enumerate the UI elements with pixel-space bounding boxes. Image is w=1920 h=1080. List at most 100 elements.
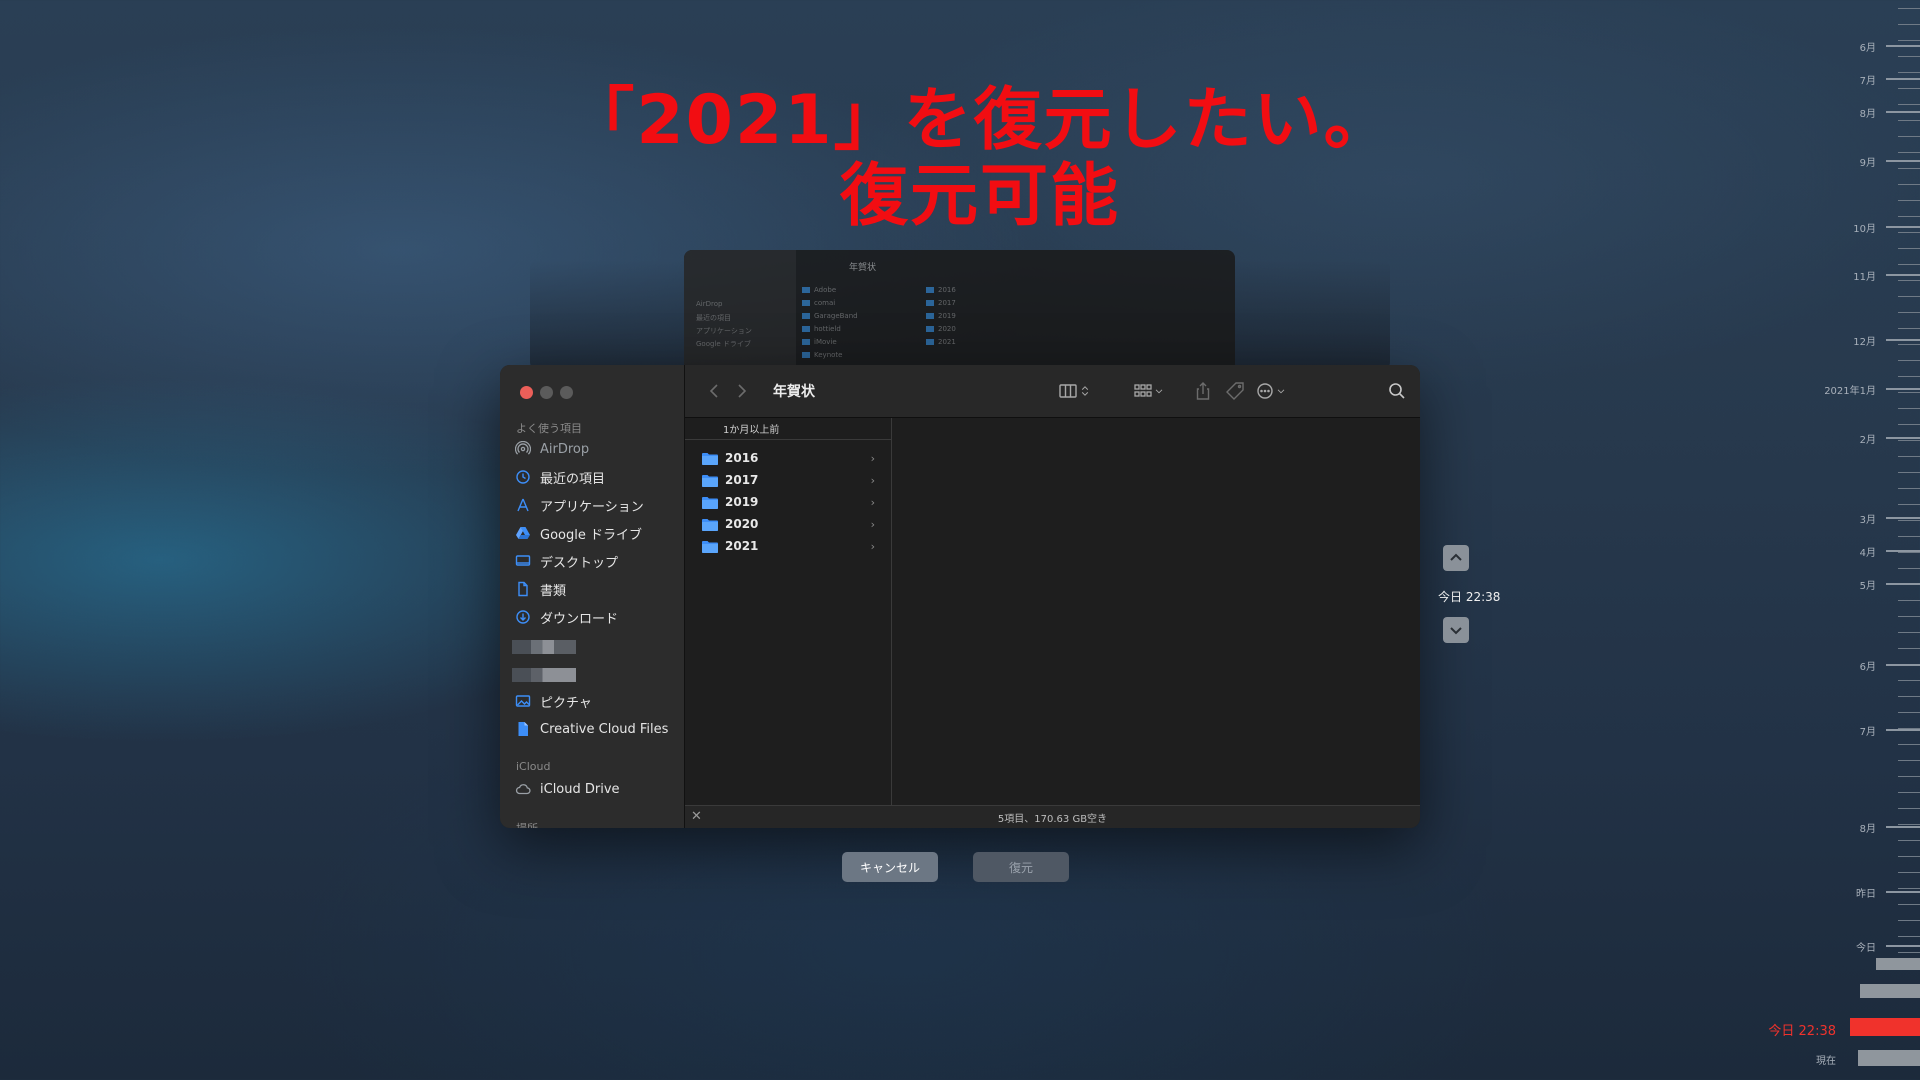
- timeline-minor-tick: [1898, 312, 1920, 313]
- time-machine-timeline[interactable]: 6月 7月 8月 9月 10月 11月 12月 2021年1月 2月 3月 4月 5月 6月 7月 8月 昨日…: [1760, 0, 1920, 1080]
- timeline-tick[interactable]: [1886, 550, 1920, 552]
- newer-snapshot-button[interactable]: [1443, 617, 1469, 643]
- back-button[interactable]: [705, 365, 725, 417]
- timeline-minor-tick: [1898, 296, 1920, 297]
- tag-icon: [1226, 382, 1244, 400]
- grid-icon: [1134, 384, 1152, 397]
- zoom-window-button[interactable]: [560, 386, 573, 399]
- timeline-minor-tick: [1898, 568, 1920, 569]
- folder-row-2017[interactable]: 2017 ›: [685, 469, 891, 491]
- timeline-tick[interactable]: [1886, 517, 1920, 519]
- folder-name: 2020: [725, 517, 759, 531]
- timeline-tick[interactable]: [1886, 891, 1920, 893]
- folder-row-2021[interactable]: 2021 ›: [685, 535, 891, 557]
- timeline-tick[interactable]: [1886, 45, 1920, 47]
- search-button[interactable]: [1387, 365, 1407, 417]
- previous-snapshot-sidebar: AirDrop 最近の項目 アプリケーション Google ドライブ: [684, 250, 796, 365]
- timeline-backup-bar[interactable]: [1876, 958, 1920, 970]
- timeline-tick[interactable]: [1886, 111, 1920, 113]
- tag-button[interactable]: [1225, 365, 1245, 417]
- timeline-label: 7月: [1859, 727, 1876, 738]
- folder-icon: [926, 300, 934, 306]
- timeline-minor-tick: [1898, 616, 1920, 617]
- group-button[interactable]: [1133, 365, 1165, 417]
- timeline-tick[interactable]: [1886, 339, 1920, 341]
- chevron-down-icon: [1450, 627, 1462, 635]
- timeline-minor-tick: [1898, 792, 1920, 793]
- google-drive-icon: [514, 524, 532, 542]
- forward-button[interactable]: [731, 365, 751, 417]
- previous-snapshot-window[interactable]: AirDrop 最近の項目 アプリケーション Google ドライブ 年賀状 A…: [684, 250, 1235, 365]
- timeline-minor-tick: [1898, 696, 1920, 697]
- timeline-backup-bar[interactable]: [1860, 984, 1920, 998]
- cancel-button[interactable]: キャンセル: [842, 852, 938, 882]
- sidebar-item-desktop[interactable]: デスクトップ: [514, 550, 684, 572]
- minimize-window-button[interactable]: [540, 386, 553, 399]
- bg-item: iMovie: [814, 338, 837, 346]
- sidebar-item-airdrop[interactable]: AirDrop: [514, 438, 684, 460]
- folder-row-2019[interactable]: 2019 ›: [685, 491, 891, 513]
- timeline-label: 6月: [1859, 43, 1876, 54]
- timeline-minor-tick: [1898, 776, 1920, 777]
- chevron-right-icon: ›: [870, 539, 875, 553]
- sidebar-item-icloud-drive[interactable]: iCloud Drive: [514, 778, 684, 800]
- bg-item: 2020: [938, 325, 956, 333]
- timeline-present-bar[interactable]: [1858, 1050, 1920, 1066]
- favorites-header: よく使う項目: [516, 422, 582, 435]
- timeline-tick[interactable]: [1886, 78, 1920, 80]
- timeline-minor-tick: [1898, 40, 1920, 41]
- timeline-minor-tick: [1898, 632, 1920, 633]
- timeline-minor-tick: [1898, 344, 1920, 345]
- timeline-label: 9月: [1859, 158, 1876, 169]
- sidebar-item-applications[interactable]: アプリケーション: [514, 494, 684, 516]
- timeline-tick[interactable]: [1886, 664, 1920, 666]
- timeline-minor-tick: [1898, 760, 1920, 761]
- timeline-minor-tick: [1898, 808, 1920, 809]
- timeline-tick[interactable]: [1886, 729, 1920, 731]
- timeline-minor-tick: [1898, 744, 1920, 745]
- finder-window[interactable]: よく使う項目 AirDrop 最近の項目 アプリケーション Google ドライ…: [500, 365, 1420, 828]
- timeline-label: 8月: [1859, 824, 1876, 835]
- timeline-minor-tick: [1898, 120, 1920, 121]
- timeline-minor-tick: [1898, 200, 1920, 201]
- close-icon[interactable]: ✕: [691, 809, 702, 824]
- sidebar-item-pictures[interactable]: ピクチャ: [514, 690, 684, 712]
- bg-item: 2017: [938, 299, 956, 307]
- sidebar-item-label: iCloud Drive: [540, 781, 620, 797]
- view-mode-button[interactable]: [1058, 365, 1092, 417]
- sidebar-item-label: 最近の項目: [540, 471, 606, 487]
- timeline-minor-tick: [1898, 216, 1920, 217]
- folder-name: 2021: [725, 539, 759, 553]
- timeline-tick[interactable]: [1886, 160, 1920, 162]
- chevron-right-icon: ›: [870, 473, 875, 487]
- chevron-updown-icon: [1081, 386, 1089, 396]
- folder-row-2020[interactable]: 2020 ›: [685, 513, 891, 535]
- blurred-sidebar-item: [512, 668, 576, 682]
- timeline-current-bar[interactable]: [1850, 1018, 1920, 1036]
- sidebar-item-google-drive[interactable]: Google ドライブ: [514, 522, 684, 544]
- sidebar-item-documents[interactable]: 書類: [514, 578, 684, 600]
- timeline-tick[interactable]: [1886, 583, 1920, 585]
- timeline-tick[interactable]: [1886, 945, 1920, 947]
- current-snapshot-time: 今日 22:38: [1438, 590, 1501, 604]
- cloud-icon: [514, 780, 532, 798]
- timeline-tick[interactable]: [1886, 388, 1920, 390]
- action-menu-button[interactable]: [1255, 365, 1287, 417]
- close-window-button[interactable]: [520, 386, 533, 399]
- timeline-tick[interactable]: [1886, 437, 1920, 439]
- timeline-tick[interactable]: [1886, 826, 1920, 828]
- folder-row-2016[interactable]: 2016 ›: [685, 447, 891, 469]
- older-snapshot-button[interactable]: [1443, 545, 1469, 571]
- timeline-minor-tick: [1898, 952, 1920, 953]
- folder-icon: [802, 287, 810, 293]
- timeline-label: 昨日: [1856, 889, 1876, 900]
- share-button[interactable]: [1193, 365, 1213, 417]
- timeline-tick[interactable]: [1886, 274, 1920, 276]
- timeline-minor-tick: [1898, 920, 1920, 921]
- sidebar-item-downloads[interactable]: ダウンロード: [514, 606, 684, 628]
- timeline-tick[interactable]: [1886, 226, 1920, 228]
- sidebar-item-creative-cloud-files[interactable]: Creative Cloud Files: [514, 718, 684, 740]
- bg-item: Keynote: [814, 351, 843, 359]
- sidebar-item-recents[interactable]: 最近の項目: [514, 466, 684, 488]
- restore-button[interactable]: 復元: [973, 852, 1069, 882]
